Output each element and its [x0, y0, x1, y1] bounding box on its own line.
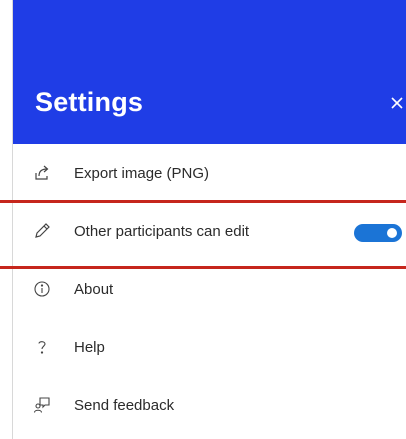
menu-item-label: Help — [74, 338, 105, 356]
settings-menu: Export image (PNG) Other participants ca… — [13, 144, 406, 434]
feedback-icon — [32, 395, 52, 415]
settings-header: Settings — [13, 0, 406, 144]
highlight-top-line — [0, 200, 406, 203]
export-icon — [32, 163, 52, 183]
menu-item-label: About — [74, 280, 114, 298]
menu-item-label: Other participants can edit — [74, 222, 250, 240]
close-icon — [391, 97, 403, 109]
highlight-bottom-line — [0, 266, 406, 269]
menu-item-export-image[interactable]: Export image (PNG) — [13, 144, 406, 202]
toggle-knob — [387, 228, 397, 238]
settings-page: Settings Export image (PNG) Other partic… — [0, 0, 406, 439]
close-button[interactable] — [384, 90, 406, 116]
edit-permission-toggle[interactable] — [354, 224, 402, 242]
menu-item-send-feedback[interactable]: Send feedback — [13, 376, 406, 434]
menu-item-other-participants-edit[interactable]: Other participants can edit — [13, 202, 406, 260]
info-icon — [32, 279, 52, 299]
page-title: Settings — [35, 87, 144, 117]
menu-item-label: Export image (PNG) — [74, 164, 210, 182]
question-icon — [32, 337, 52, 357]
pencil-icon — [32, 221, 52, 241]
menu-item-label: Send feedback — [74, 396, 175, 414]
menu-item-help[interactable]: Help — [13, 318, 406, 376]
